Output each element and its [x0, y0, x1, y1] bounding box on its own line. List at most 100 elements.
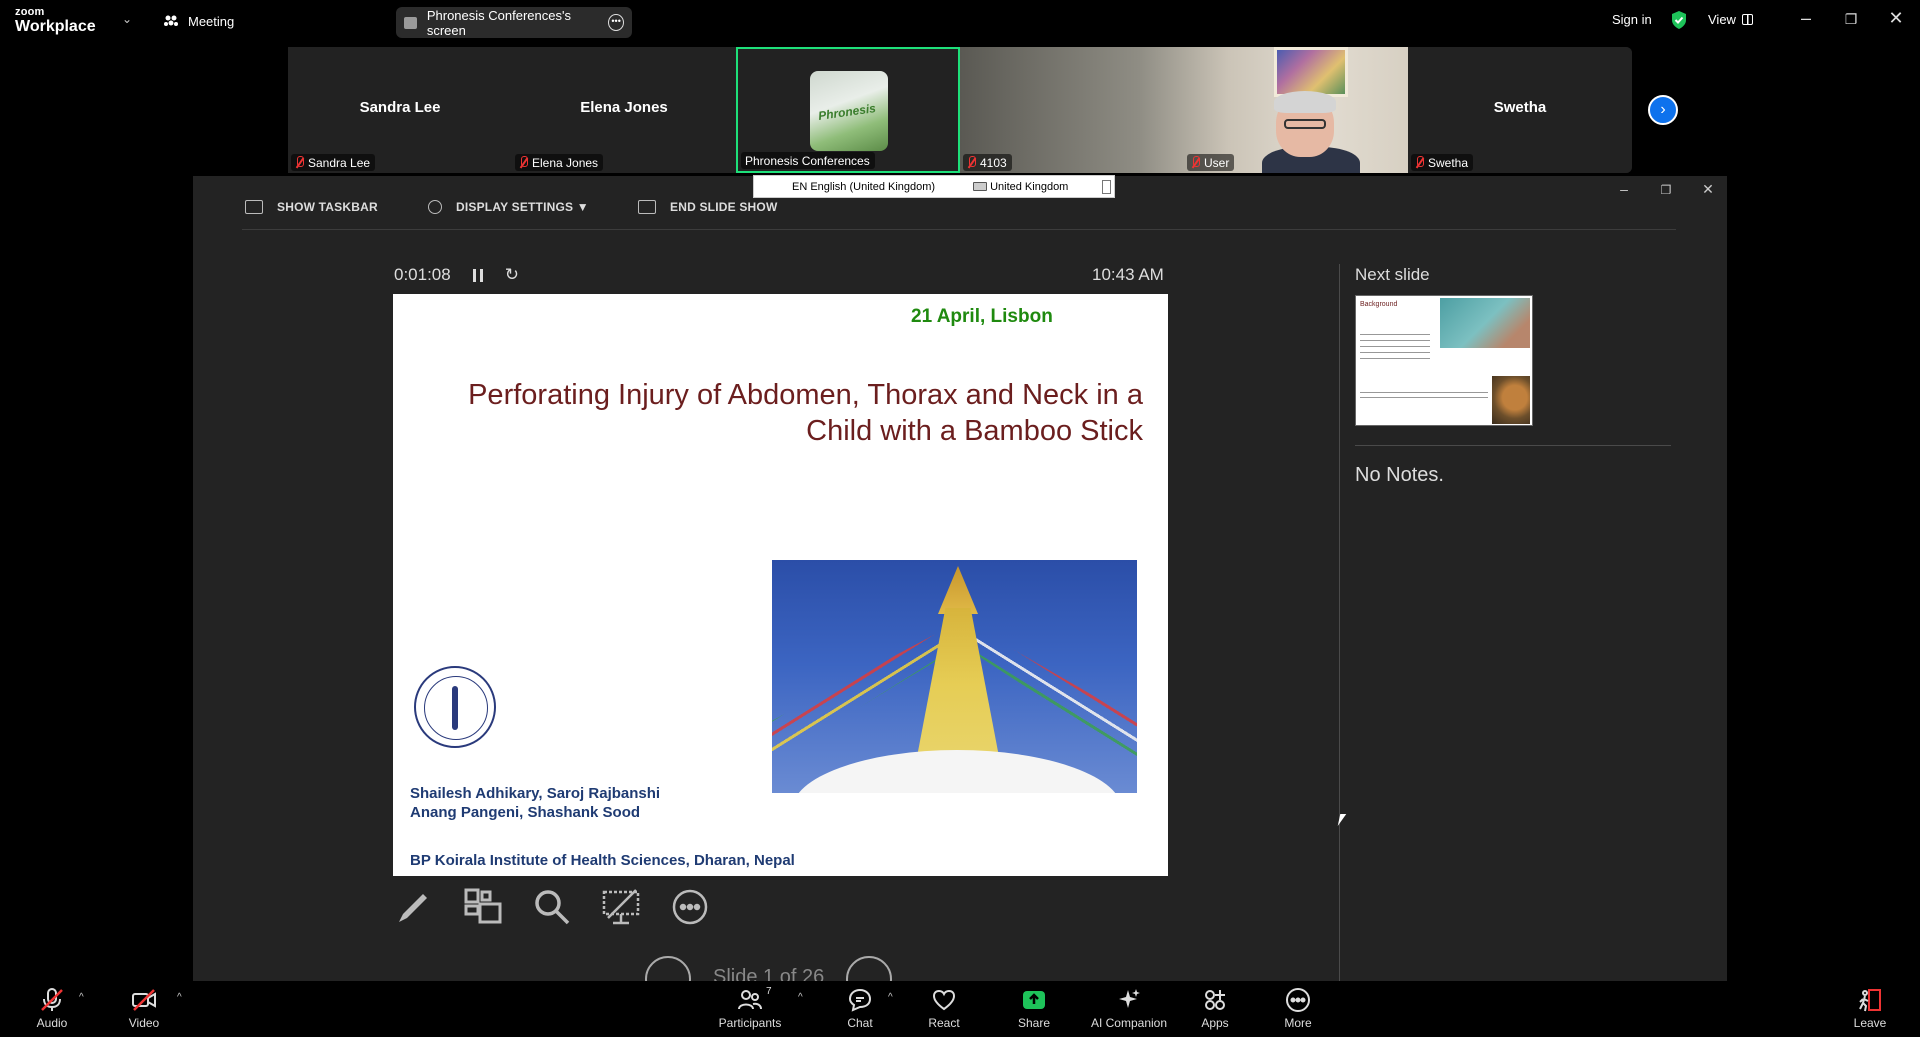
slide-title-line2: Child with a Bamboo Stick	[806, 415, 1143, 447]
next-slide-text	[1360, 334, 1430, 360]
language-bar[interactable]: EN English (United Kingdom) United Kingd…	[753, 175, 1115, 198]
view-button[interactable]: View	[1708, 12, 1753, 27]
timer-value: 0:01:08	[394, 265, 451, 284]
stupa-tower	[916, 608, 1000, 762]
presenter-restore-icon[interactable]: ❐	[1656, 183, 1676, 197]
participants-icon	[737, 987, 763, 1013]
leave-label: Leave	[1853, 1016, 1887, 1030]
video-tile-camera[interactable]: 4103 User	[960, 47, 1408, 173]
react-button[interactable]: React	[904, 987, 984, 1030]
pane-divider[interactable]	[1339, 264, 1340, 981]
slide-title-line1: Perforating Injury of Abdomen, Thorax an…	[468, 379, 1143, 411]
keyboard-icon	[973, 182, 988, 191]
previous-slide-button[interactable]	[645, 956, 691, 981]
slide-timer: 0:01:08 ↻	[394, 265, 519, 285]
next-slide-heading: Background	[1360, 301, 1398, 308]
restore-icon[interactable]: ❐	[1836, 11, 1866, 28]
apps-button[interactable]: Apps	[1175, 987, 1255, 1030]
see-all-slides-icon[interactable]	[462, 886, 504, 928]
presenter-tools	[393, 886, 711, 928]
leave-door-icon	[1857, 987, 1883, 1013]
glasses	[1284, 119, 1326, 129]
participant-label: Sandra Lee	[291, 154, 376, 171]
slide-date: 21 April, Lisbon	[911, 306, 1053, 327]
video-label: Video	[128, 1016, 160, 1030]
mic-muted-icon	[1191, 156, 1200, 169]
zoom-magnifier-icon[interactable]	[531, 886, 573, 928]
audio-label: Audio	[36, 1016, 68, 1030]
sign-in-link[interactable]: Sign in	[1612, 12, 1652, 27]
phronesis-logo-text: Phronesis	[817, 101, 877, 123]
presenter-close-icon[interactable]: ✕	[1698, 181, 1718, 198]
black-screen-icon[interactable]	[600, 886, 642, 928]
mic-muted-icon	[967, 156, 976, 169]
more-options-icon[interactable]: •••	[608, 14, 624, 31]
video-tile[interactable]: Swetha Swetha	[1408, 47, 1632, 173]
presenter-minimize-icon[interactable]: –	[1614, 181, 1634, 197]
meeting-icon	[164, 15, 178, 26]
more-icon	[1285, 987, 1311, 1013]
leave-button[interactable]: Leave	[1830, 987, 1910, 1030]
pause-icon[interactable]	[472, 268, 483, 282]
reset-timer-icon[interactable]: ↻	[505, 265, 519, 285]
stupa-dome	[792, 750, 1122, 793]
participants-button[interactable]: Participants	[710, 987, 790, 1030]
minimize-icon[interactable]: –	[1791, 8, 1821, 29]
current-slide[interactable]: 21 April, Lisbon Perforating Injury of A…	[393, 294, 1168, 876]
participant-name: Elena Jones	[580, 99, 668, 116]
phronesis-logo-image: Phronesis	[810, 71, 888, 151]
mic-muted-icon	[39, 987, 65, 1013]
chat-icon	[847, 987, 873, 1013]
slide-title: Perforating Injury of Abdomen, Thorax an…	[423, 377, 1143, 449]
next-slide-button[interactable]	[846, 956, 893, 981]
next-slide-text	[1360, 392, 1488, 402]
video-options-caret-icon[interactable]: ^	[177, 992, 182, 1003]
mic-muted-icon	[1415, 156, 1424, 169]
audio-options-caret-icon[interactable]: ^	[79, 992, 84, 1003]
heart-icon	[931, 987, 957, 1013]
next-slide-image	[1492, 376, 1530, 424]
show-taskbar-button[interactable]: SHOW TASKBAR	[245, 200, 378, 214]
next-slide-thumbnail[interactable]: Background	[1355, 295, 1533, 426]
video-tile[interactable]: Sandra Lee Sandra Lee	[288, 47, 512, 173]
mic-muted-icon	[519, 156, 528, 169]
clock: 10:43 AM	[1092, 265, 1164, 284]
share-button[interactable]: Share	[994, 987, 1074, 1030]
meeting-button[interactable]: Meeting	[162, 12, 234, 30]
slide-institution: BP Koirala Institute of Health Sciences,…	[410, 852, 795, 869]
meeting-controls: Audio ^ Video ^ Participants 7 ^ Chat ^ …	[0, 981, 1920, 1037]
logo-line1: zoom	[15, 6, 45, 18]
next-page-arrow-icon[interactable]: ›	[1648, 95, 1678, 125]
more-options-icon[interactable]	[669, 886, 711, 928]
close-icon[interactable]: ✕	[1881, 8, 1911, 29]
chat-options-caret-icon[interactable]: ^	[888, 992, 893, 1003]
ai-companion-button[interactable]: AI Companion	[1089, 987, 1169, 1030]
speaker-notes: No Notes.	[1355, 464, 1444, 486]
participant-label: Elena Jones	[515, 154, 604, 171]
video-tile-active-speaker[interactable]: Phronesis Phronesis Conferences	[736, 47, 960, 173]
input-language[interactable]: EN English (United Kingdom)	[792, 181, 935, 193]
more-button[interactable]: More	[1258, 987, 1338, 1030]
zoom-workplace-logo[interactable]: zoom Workplace	[15, 7, 96, 35]
chevron-down-icon[interactable]: ⌄	[122, 12, 132, 26]
end-slide-show-button[interactable]: END SLIDE SHOW	[638, 200, 777, 214]
top-bar: zoom Workplace ⌄ Meeting Phronesis Confe…	[0, 0, 1920, 44]
video-button[interactable]: Video	[104, 987, 184, 1030]
participant-label-text: 4103	[980, 155, 1007, 170]
pen-icon[interactable]	[393, 886, 435, 928]
logo-line2: Workplace	[15, 18, 96, 35]
toolbar-divider	[242, 229, 1676, 230]
security-shield-icon[interactable]	[1670, 10, 1688, 30]
display-settings-button[interactable]: DISPLAY SETTINGS ▼	[428, 200, 589, 214]
chat-label: Chat	[847, 1016, 873, 1030]
participant-label-text: User	[1204, 155, 1230, 170]
participants-options-caret-icon[interactable]: ^	[798, 992, 803, 1003]
participant-label-text: Elena Jones	[532, 155, 599, 170]
screen-share-pill[interactable]: Phronesis Conferences's screen •••	[396, 7, 632, 38]
language-bar-options-icon[interactable]	[1102, 179, 1111, 194]
stupa-photo	[772, 560, 1137, 793]
keyboard-layout[interactable]: United Kingdom	[973, 181, 1068, 193]
video-tile[interactable]: Elena Jones Elena Jones	[512, 47, 736, 173]
person-hair	[1274, 91, 1336, 113]
mic-muted-icon	[295, 156, 304, 169]
